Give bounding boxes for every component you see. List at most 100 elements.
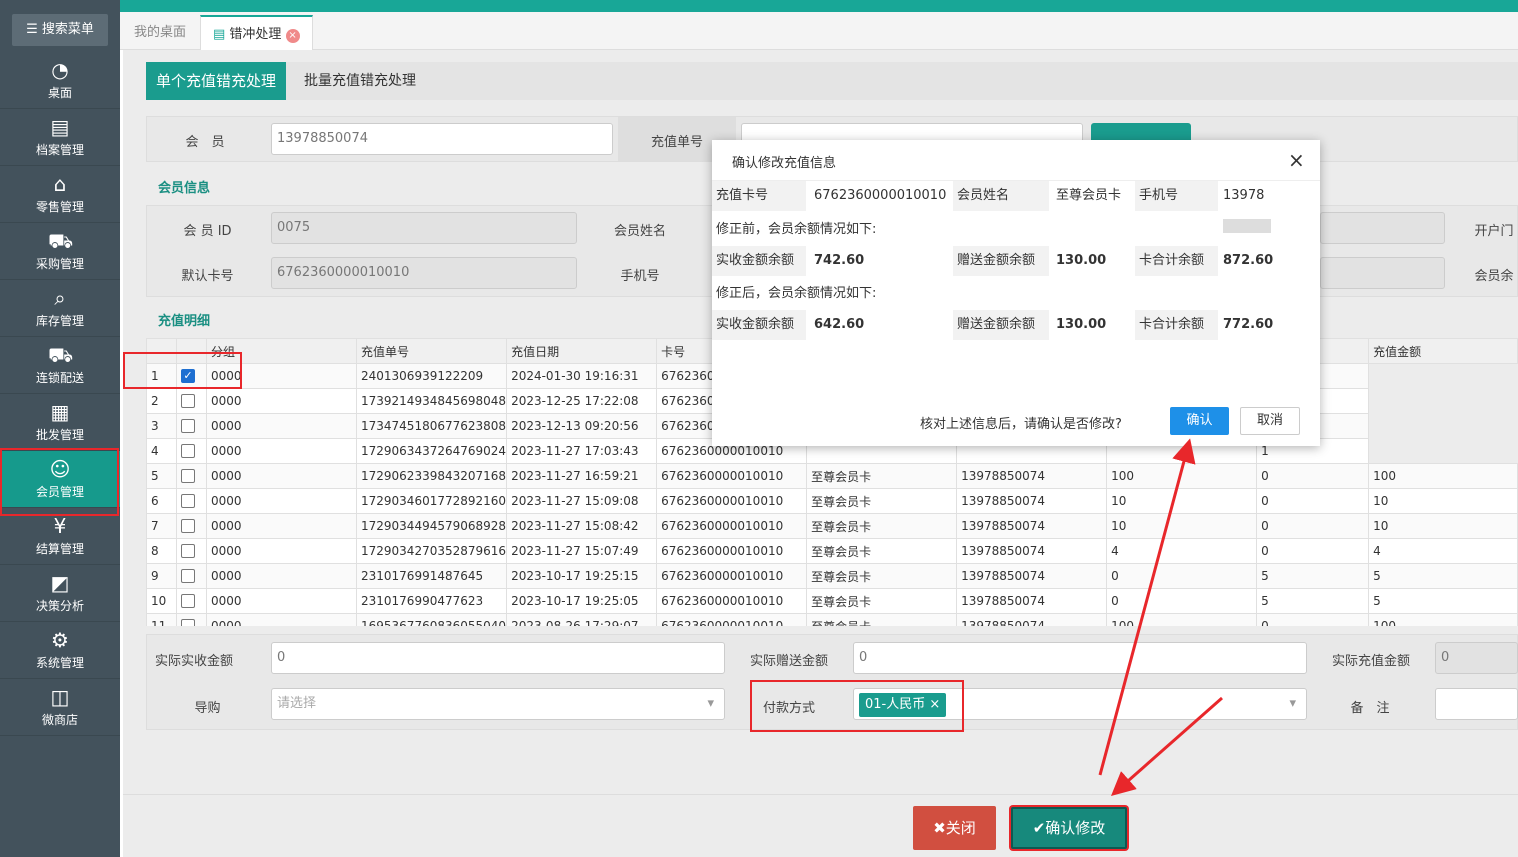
truck-icon: ⛟: [48, 343, 74, 367]
subtab-single[interactable]: 单个充值错充处理: [146, 62, 287, 100]
member-input[interactable]: 13978850074: [271, 123, 613, 155]
dlg-gift-label-2: 赠送金额余额: [953, 310, 1049, 340]
menu-search-button[interactable]: ☰ 搜索菜单: [12, 14, 108, 46]
dashboard-icon: ◔: [51, 58, 69, 82]
chevron-down-icon: ▾: [1289, 696, 1296, 711]
dlg-total-label: 卡合计余额: [1135, 246, 1218, 276]
table-row[interactable]: 10 0000 2310176990477623 2023-10-17 19:25:0…: [146, 588, 1518, 614]
sidebar: ☰ 搜索菜单 ◔ 桌面 ▤ 档案管理 ⌂ 零售管理 ⛟ 采购管理 ⌕ 库存管理 ⛟ 连锁配送 ▦ 批发管理…: [0, 0, 120, 857]
dlg-before-recv: 742.60: [814, 253, 865, 268]
cart-icon: ⛟: [48, 229, 74, 253]
subtab-batch[interactable]: 批量充值错充处理: [294, 62, 426, 100]
member-id-field: 0075: [271, 212, 577, 244]
sidebar-item-3[interactable]: ⛟ 采购管理: [0, 223, 120, 280]
actual-received-input[interactable]: 0: [271, 642, 725, 674]
table-row[interactable]: 6 0000 1729034601772892160 2023-11-27 15:09…: [146, 488, 1518, 514]
document-icon: ▤: [50, 115, 70, 139]
gear-icon: ⚙: [51, 628, 69, 652]
guide-label: 导购: [194, 701, 221, 716]
row-checkbox[interactable]: [181, 569, 195, 584]
actual-gift-input[interactable]: 0: [853, 642, 1307, 674]
search-menu-icon: ☰: [26, 22, 42, 37]
actual-received-label: 实际实收金额: [154, 654, 233, 669]
dlg-name-label: 会员姓名: [953, 181, 1049, 211]
table-row[interactable]: 8 0000 1729034270352879616 2023-11-27 15:07…: [146, 538, 1518, 564]
dlg-before-text: 修正前，会员余额情况如下:: [716, 222, 877, 237]
sidebar-item-10[interactable]: ⚙ 系统管理: [0, 622, 120, 679]
order-label: 充值单号: [650, 135, 703, 150]
dialog-ok-button[interactable]: 确认: [1170, 407, 1229, 435]
row-checkbox[interactable]: [181, 519, 195, 534]
chevron-down-icon: ▾: [707, 696, 714, 711]
dlg-phone-value: 13978: [1219, 181, 1309, 233]
table-row[interactable]: 7 0000 1729034494579068928 2023-11-27 15:08…: [146, 513, 1518, 539]
dlg-before-total: 872.60: [1223, 253, 1274, 268]
sidebar-item-6[interactable]: ▦ 批发管理: [0, 394, 120, 451]
annotation-box-row: [123, 352, 242, 389]
row-checkbox[interactable]: [181, 594, 195, 609]
close-icon[interactable]: ×: [1288, 150, 1305, 170]
confirm-modify-button[interactable]: ✔确认修改: [1011, 807, 1127, 849]
close-tab-icon[interactable]: ×: [285, 29, 300, 43]
tab-correction[interactable]: ▤ 错冲处理 ×: [200, 15, 313, 50]
dlg-card-value: 6762360000010010: [814, 188, 947, 203]
annotation-box-pay: [750, 680, 964, 732]
row-checkbox[interactable]: [181, 419, 195, 434]
card-label: 默认卡号: [181, 269, 234, 284]
annotation-box-member: [0, 448, 119, 516]
dlg-card-label: 充值卡号: [712, 181, 806, 211]
open-store-label: 开户门: [1474, 224, 1514, 239]
dialog-cancel-button[interactable]: 取消: [1240, 407, 1300, 435]
inventory-icon: ⌕: [54, 286, 66, 310]
dlg-after-gift: 130.00: [1056, 317, 1107, 332]
member-name-label: 会员姓名: [613, 224, 666, 239]
row-checkbox[interactable]: [181, 444, 195, 459]
phone-label: 手机号: [620, 269, 660, 284]
row-checkbox[interactable]: [181, 544, 195, 559]
card-field: 6762360000010010: [271, 257, 577, 289]
row-checkbox[interactable]: [181, 394, 195, 409]
confirm-dialog: 确认修改充值信息 × 充值卡号 6762360000010010 会员姓名 至尊…: [712, 140, 1320, 446]
col-header: 充值日期: [506, 338, 658, 364]
shop-bag-icon: ◫: [50, 685, 70, 709]
sidebar-item-4[interactable]: ⌕ 库存管理: [0, 280, 120, 337]
sidebar-item-1[interactable]: ▤ 档案管理: [0, 109, 120, 166]
col-header: 充值单号: [355, 338, 508, 364]
remark-label: 备 注: [1350, 701, 1390, 716]
list-icon: ▤: [213, 27, 230, 42]
dialog-title: 确认修改充值信息: [732, 156, 837, 171]
sidebar-item-8[interactable]: ¥ 结算管理: [0, 508, 120, 565]
actual-charge-input: 0: [1435, 642, 1518, 674]
table-row[interactable]: 9 0000 2310176991487645 2023-10-17 19:25:15…: [146, 563, 1518, 589]
sub-tabs: 单个充值错充处理 批量充值错充处理: [146, 62, 1518, 100]
remark-input[interactable]: [1435, 688, 1518, 720]
dlg-gift-label: 赠送金额余额: [953, 246, 1049, 276]
chart-icon: ◩: [50, 571, 70, 595]
row-checkbox[interactable]: [181, 494, 195, 509]
tab-bar: 我的桌面 ▤ 错冲处理 ×: [120, 12, 1518, 50]
store-icon: ⌂: [53, 172, 67, 196]
dlg-recv-label-2: 实收金额余额: [712, 310, 806, 340]
close-icon: ✖: [933, 819, 946, 837]
table-row[interactable]: 5 0000 1729062339843207168 2023-11-27 16:59…: [146, 463, 1518, 489]
close-button[interactable]: ✖关闭: [913, 806, 996, 850]
sidebar-item-11[interactable]: ◫ 微商店: [0, 679, 120, 736]
redacted-block: [1223, 218, 1271, 233]
member-info-title: 会员信息: [158, 181, 211, 196]
check-icon: ✔: [1032, 819, 1046, 837]
sidebar-item-2[interactable]: ⌂ 零售管理: [0, 166, 120, 223]
row-checkbox[interactable]: [181, 469, 195, 484]
guide-select[interactable]: 请选择 ▾: [271, 688, 725, 720]
tab-desk[interactable]: 我的桌面: [122, 15, 198, 50]
yen-icon: ¥: [53, 514, 67, 538]
dlg-question: 核对上述信息后，请确认是否修改?: [920, 417, 1122, 432]
sidebar-item-5[interactable]: ⛟ 连锁配送: [0, 337, 120, 394]
member-label: 会 员: [185, 135, 225, 150]
sidebar-item-0[interactable]: ◔ 桌面: [0, 52, 120, 109]
dlg-before-gift: 130.00: [1056, 253, 1107, 268]
dlg-total-label-2: 卡合计余额: [1135, 310, 1218, 340]
sidebar-item-9[interactable]: ◩ 决策分析: [0, 565, 120, 622]
actual-charge-label: 实际充值金额: [1331, 654, 1410, 669]
actual-gift-label: 实际赠送金额: [749, 654, 828, 669]
col-header: 充值金额: [1368, 338, 1518, 364]
